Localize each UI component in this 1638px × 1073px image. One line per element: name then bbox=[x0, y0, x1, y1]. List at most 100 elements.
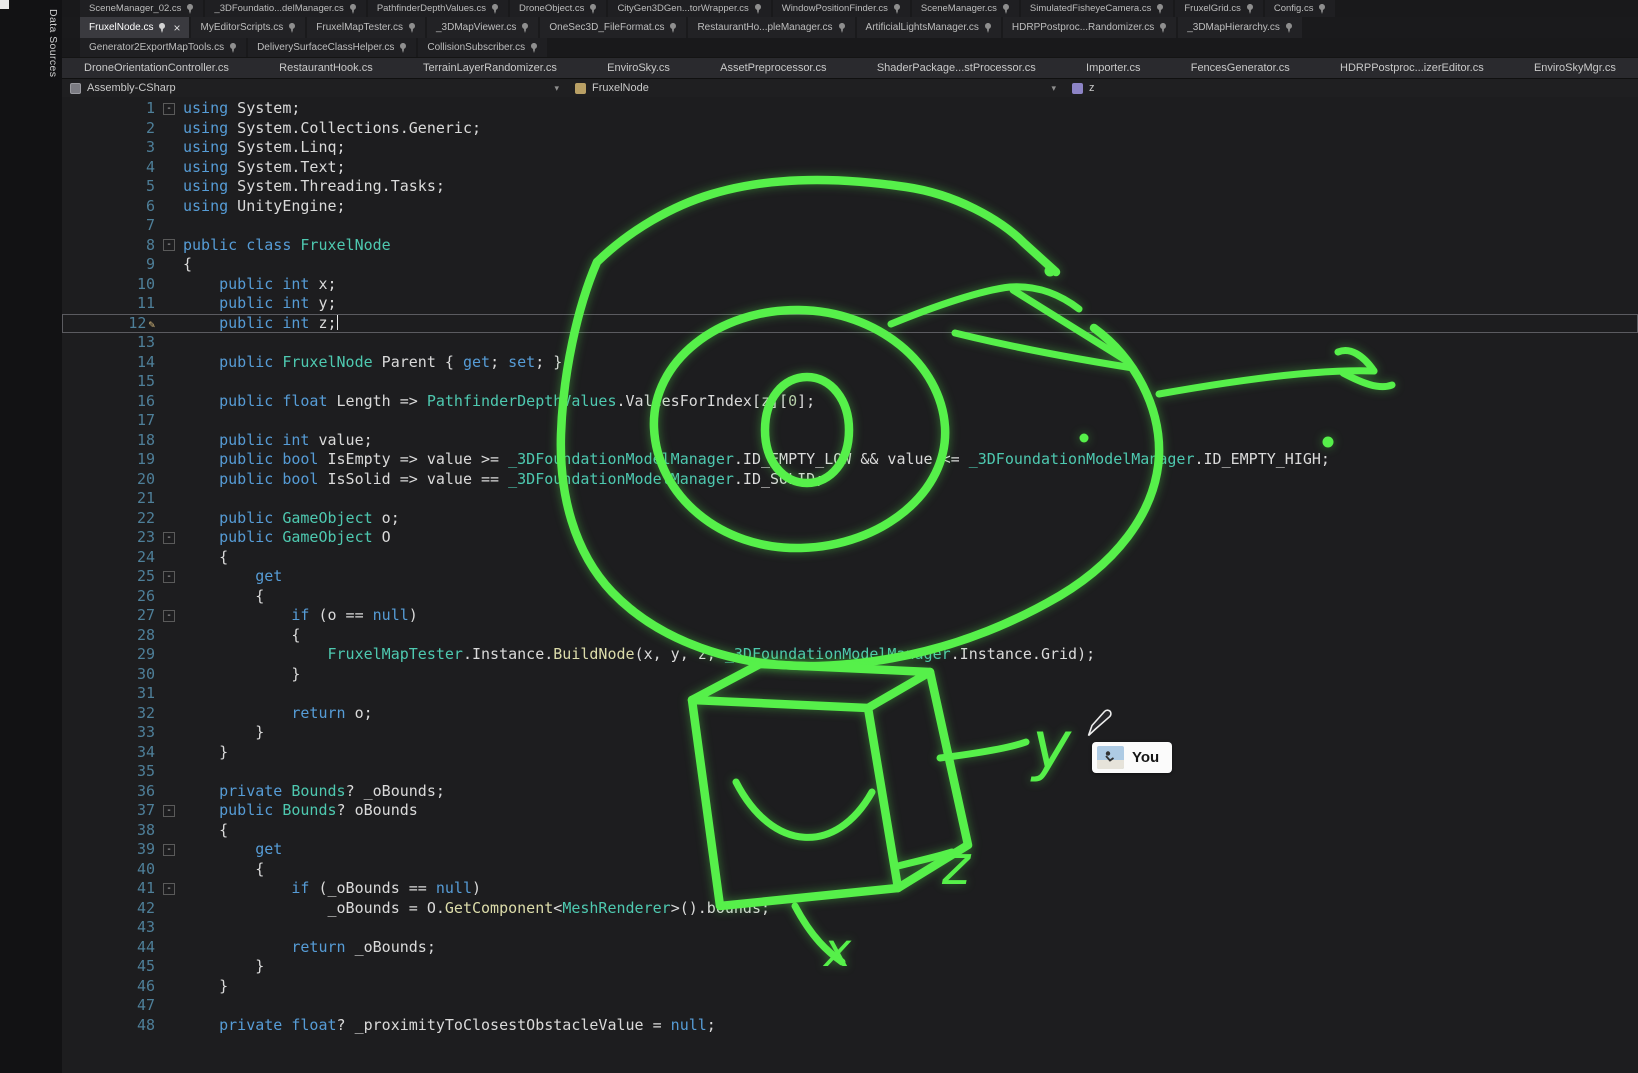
code-line[interactable]: 43 bbox=[62, 918, 1638, 938]
code-line[interactable]: 27- if (o == null) bbox=[62, 606, 1638, 626]
code-line[interactable]: 3using System.Linq; bbox=[62, 138, 1638, 158]
fold-collapse-icon[interactable]: - bbox=[155, 879, 183, 899]
editor-tab[interactable]: DroneObject.cs bbox=[510, 0, 606, 17]
editor-tab[interactable]: Generator2ExportMapTools.cs bbox=[80, 38, 246, 57]
code-line[interactable]: 2using System.Collections.Generic; bbox=[62, 119, 1638, 139]
editor-tab[interactable]: Importer.cs bbox=[1086, 62, 1140, 74]
close-icon[interactable]: × bbox=[173, 22, 180, 34]
data-sources-side-tab[interactable]: Data Sources bbox=[47, 9, 59, 77]
code-line[interactable]: 6using UnityEngine; bbox=[62, 197, 1638, 217]
pin-icon[interactable] bbox=[186, 4, 194, 14]
code-line[interactable]: 48 private float? _proximityToClosestObs… bbox=[62, 1016, 1638, 1036]
editor-tab[interactable]: FruxelGrid.cs bbox=[1175, 0, 1262, 17]
fold-collapse-icon[interactable]: - bbox=[155, 528, 183, 548]
pin-icon[interactable] bbox=[1285, 23, 1293, 33]
code-line[interactable]: 46 } bbox=[62, 977, 1638, 997]
editor-tab[interactable]: FruxelNode.cs× bbox=[80, 17, 189, 38]
code-line[interactable]: 16 public float Length => PathfinderDept… bbox=[62, 392, 1638, 412]
member-dropdown[interactable]: z bbox=[1064, 79, 1638, 97]
pin-icon[interactable] bbox=[893, 4, 901, 14]
pin-icon[interactable] bbox=[669, 23, 677, 33]
code-line[interactable]: 40 { bbox=[62, 860, 1638, 880]
code-line[interactable]: 4using System.Text; bbox=[62, 158, 1638, 178]
editor-tab[interactable]: PathfinderDepthValues.cs bbox=[368, 0, 508, 17]
pin-icon[interactable] bbox=[229, 43, 237, 53]
code-line[interactable]: 32 return o; bbox=[62, 704, 1638, 724]
pin-icon[interactable] bbox=[1156, 4, 1164, 14]
code-line[interactable]: 42 _oBounds = O.GetComponent<MeshRendere… bbox=[62, 899, 1638, 919]
pin-icon[interactable] bbox=[1318, 4, 1326, 14]
code-line[interactable]: 38 { bbox=[62, 821, 1638, 841]
editor-tab[interactable]: CityGen3DGen...torWrapper.cs bbox=[608, 0, 770, 17]
code-line[interactable]: 24 { bbox=[62, 548, 1638, 568]
editor-tab[interactable]: CollisionSubscriber.cs bbox=[418, 38, 547, 57]
pin-icon[interactable] bbox=[1246, 4, 1254, 14]
editor-tab[interactable]: RestaurantHo...pleManager.cs bbox=[688, 17, 854, 38]
type-dropdown[interactable]: FruxelNode ▾ bbox=[567, 79, 1064, 97]
code-line[interactable]: 9{ bbox=[62, 255, 1638, 275]
code-line[interactable]: 26 { bbox=[62, 587, 1638, 607]
code-line[interactable]: 34 } bbox=[62, 743, 1638, 763]
code-line[interactable]: 23- public GameObject O bbox=[62, 528, 1638, 548]
code-line[interactable]: 28 { bbox=[62, 626, 1638, 646]
code-line[interactable]: 1-using System; bbox=[62, 99, 1638, 119]
pin-icon[interactable] bbox=[521, 23, 529, 33]
fold-collapse-icon[interactable]: - bbox=[155, 567, 183, 587]
pin-icon[interactable] bbox=[1002, 4, 1010, 14]
fold-collapse-icon[interactable]: - bbox=[155, 801, 183, 821]
editor-tab[interactable]: EnviroSky.cs bbox=[607, 62, 670, 74]
code-line[interactable]: 14 public FruxelNode Parent { get; set; … bbox=[62, 353, 1638, 373]
editor-tab[interactable]: _3DMapHierarchy.cs bbox=[1178, 17, 1302, 38]
code-line[interactable]: 17 bbox=[62, 411, 1638, 431]
pin-icon[interactable] bbox=[984, 23, 992, 33]
code-line[interactable]: 30 } bbox=[62, 665, 1638, 685]
code-line[interactable]: 39- get bbox=[62, 840, 1638, 860]
code-line[interactable]: 35 bbox=[62, 762, 1638, 782]
pin-icon[interactable] bbox=[491, 4, 499, 14]
code-editor[interactable]: 1-using System;2using System.Collections… bbox=[62, 97, 1638, 1073]
editor-tab[interactable]: MyEditorScripts.cs bbox=[191, 17, 305, 38]
fold-collapse-icon[interactable]: - bbox=[155, 840, 183, 860]
editor-tab[interactable]: SceneManager_02.cs bbox=[80, 0, 203, 17]
code-line[interactable]: 7 bbox=[62, 216, 1638, 236]
editor-tab[interactable]: SceneManager.cs bbox=[912, 0, 1019, 17]
code-line[interactable]: 21 bbox=[62, 489, 1638, 509]
fold-collapse-icon[interactable]: - bbox=[155, 99, 183, 119]
pin-icon[interactable] bbox=[530, 43, 538, 53]
code-line[interactable]: 36 private Bounds? _oBounds; bbox=[62, 782, 1638, 802]
code-line[interactable]: 11 public int y; bbox=[62, 294, 1638, 314]
pin-icon[interactable] bbox=[1159, 23, 1167, 33]
editor-tab[interactable]: HDRPPostproc...Randomizer.cs bbox=[1003, 17, 1176, 38]
editor-tab[interactable]: _3DMapViewer.cs bbox=[427, 17, 538, 38]
editor-tab[interactable]: ArtificialLightsManager.cs bbox=[857, 17, 1001, 38]
pin-icon[interactable] bbox=[288, 23, 296, 33]
code-line[interactable]: 10 public int x; bbox=[62, 275, 1638, 295]
pin-icon[interactable] bbox=[349, 4, 357, 14]
code-line[interactable]: 47 bbox=[62, 996, 1638, 1016]
code-line[interactable]: 41- if (_oBounds == null) bbox=[62, 879, 1638, 899]
code-line[interactable]: 33 } bbox=[62, 723, 1638, 743]
pin-icon[interactable] bbox=[838, 23, 846, 33]
code-line[interactable]: 8-public class FruxelNode bbox=[62, 236, 1638, 256]
editor-tab[interactable]: AssetPreprocessor.cs bbox=[720, 62, 826, 74]
editor-tab[interactable]: DeliverySurfaceClassHelper.cs bbox=[248, 38, 416, 57]
editor-tab[interactable]: EnviroSkyMgr.cs bbox=[1534, 62, 1616, 74]
code-line[interactable]: 5using System.Threading.Tasks; bbox=[62, 177, 1638, 197]
editor-tab[interactable]: SimulatedFisheyeCamera.cs bbox=[1021, 0, 1173, 17]
code-line[interactable]: 37- public Bounds? oBounds bbox=[62, 801, 1638, 821]
fold-collapse-icon[interactable]: - bbox=[155, 606, 183, 626]
editor-tab[interactable]: WindowPositionFinder.cs bbox=[773, 0, 910, 17]
editor-tab[interactable]: RestaurantHook.cs bbox=[279, 62, 373, 74]
code-line[interactable]: 45 } bbox=[62, 957, 1638, 977]
editor-tab[interactable]: _3DFoundatio...delManager.cs bbox=[205, 0, 365, 17]
code-line[interactable]: 31 bbox=[62, 684, 1638, 704]
editor-tab[interactable]: FencesGenerator.cs bbox=[1191, 62, 1290, 74]
pin-icon[interactable] bbox=[158, 23, 166, 33]
editor-tab[interactable]: Config.cs bbox=[1265, 0, 1336, 17]
project-dropdown[interactable]: Assembly-CSharp ▾ bbox=[62, 79, 567, 97]
code-line[interactable]: 25- get bbox=[62, 567, 1638, 587]
editor-tab[interactable]: DroneOrientationController.cs bbox=[84, 62, 229, 74]
editor-tab[interactable]: HDRPPostproc...izerEditor.cs bbox=[1340, 62, 1484, 74]
code-line[interactable]: 18 public int value; bbox=[62, 431, 1638, 451]
editor-tab[interactable]: ShaderPackage...stProcessor.cs bbox=[877, 62, 1036, 74]
